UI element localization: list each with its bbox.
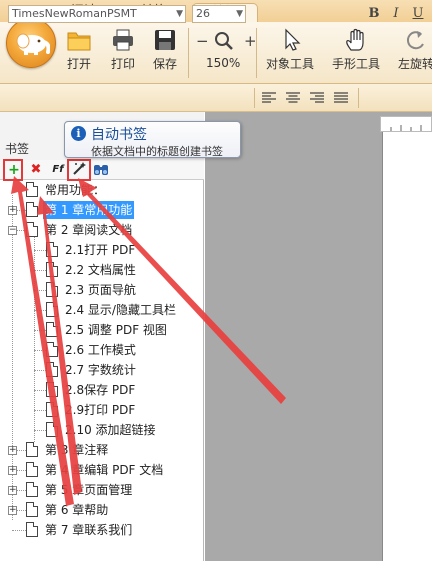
annotation-arrow — [11, 176, 74, 506]
annotation-arrow — [78, 178, 286, 404]
annotation-arrows — [11, 176, 286, 506]
